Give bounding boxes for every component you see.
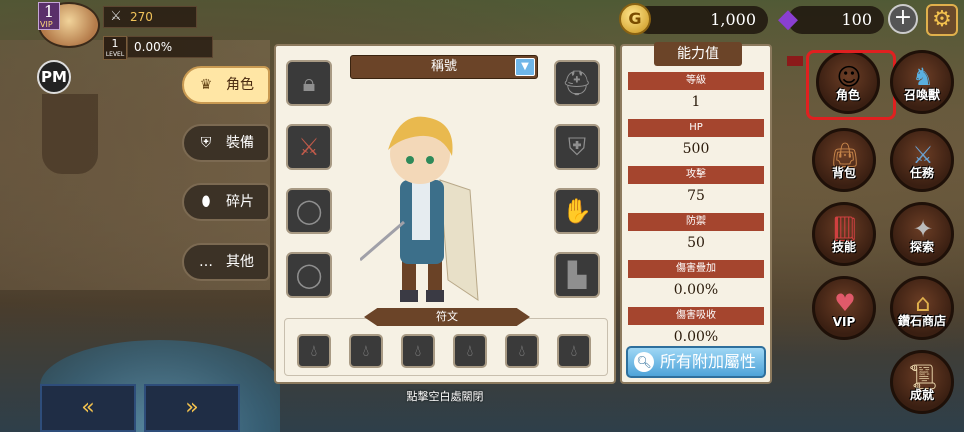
power-value: 270	[130, 10, 153, 24]
gold-coin-icon: G	[619, 3, 651, 35]
sub-level-value: 1	[111, 37, 119, 50]
menu-label: 召喚獸	[903, 88, 940, 102]
tab-equipment[interactable]: ⛨ 裝備	[182, 124, 270, 162]
selected-highlight-frame	[806, 50, 896, 120]
tab-label: 碎片	[226, 194, 254, 210]
sub-level-badge: 1 LEVEL	[103, 36, 127, 60]
menu-label: 鑽石商店	[897, 314, 946, 328]
tab-character[interactable]: ♛ 角色	[182, 66, 270, 104]
crossed-swords-icon: ⚔	[110, 9, 122, 24]
rune-slot-4-icon[interactable]: 💧︎	[453, 334, 487, 368]
purple-gem-icon: ◆	[778, 4, 798, 34]
menu-label: 技能	[831, 240, 856, 254]
armor-icon: ⛨	[200, 135, 212, 151]
stat-label-hp: HP	[628, 119, 764, 137]
title-slot-lock-icon[interactable]: 🔒︎	[286, 60, 332, 106]
close-hint: 點擊空白處關閉	[406, 390, 484, 403]
exp-bar: 0.00%	[127, 36, 213, 58]
tab-label: 裝備	[226, 135, 254, 151]
menu-explore-button[interactable]: ✦ 探索	[890, 202, 954, 266]
stat-label-damage-boost: 傷害疊加	[628, 260, 764, 278]
prev-page-button[interactable]: «	[40, 384, 136, 432]
power-bar: ⚔ 270	[103, 6, 197, 28]
add-gem-button[interactable]: +	[888, 4, 918, 34]
menu-skill-button[interactable]: 📕︎ 技能	[812, 202, 876, 266]
shard-icon: ⬮	[201, 194, 211, 210]
menu-quest-button[interactable]: ⚔ 任務	[890, 128, 954, 192]
rune-slot-3-icon[interactable]: 💧︎	[401, 334, 435, 368]
tab-label: 其他	[226, 254, 254, 270]
menu-label: VIP	[832, 315, 856, 329]
menu-bag-button[interactable]: 👜︎ 背包	[812, 128, 876, 192]
tab-shards[interactable]: ⬮ 碎片	[182, 183, 270, 221]
boots-slot-icon[interactable]: ▙	[554, 252, 600, 298]
stat-value-damage-boost: 0.00%	[673, 282, 719, 298]
stat-value-attack: 75	[687, 188, 705, 204]
rune-slot-1-icon[interactable]: 💧︎	[297, 334, 331, 368]
stat-value-level: 1	[691, 94, 701, 110]
menu-achievement-button[interactable]: 📜︎ 成就	[890, 350, 954, 414]
menu-vip-button[interactable]: ♥ VIP	[812, 276, 876, 340]
stat-value-hp: 500	[682, 141, 710, 157]
player-level: 1	[43, 2, 55, 21]
sub-level-caption: LEVEL	[105, 51, 125, 58]
menu-label: 背包	[831, 166, 856, 180]
all-attributes-label: 所有附加屬性	[660, 352, 757, 371]
ellipsis-icon: …	[199, 254, 213, 270]
red-flag-marker	[787, 56, 803, 66]
tab-other[interactable]: … 其他	[182, 243, 270, 281]
menu-label: 探索	[909, 240, 934, 254]
ring-slot-2-icon[interactable]: ◯	[286, 252, 332, 298]
rune-slot-2-icon[interactable]: 💧︎	[349, 334, 383, 368]
menu-label: 成就	[909, 388, 934, 402]
stat-label-level: 等級	[628, 72, 764, 90]
pm-banner	[42, 94, 98, 174]
rune-slot-5-icon[interactable]: 💧︎	[505, 334, 539, 368]
stat-label-attack: 攻擊	[628, 166, 764, 184]
gold-value: 1,000	[710, 10, 756, 29]
glove-slot-icon[interactable]: ✋	[554, 188, 600, 234]
menu-summon-button[interactable]: ♞ 召喚獸	[890, 50, 954, 114]
chevron-down-icon[interactable]: ▼	[515, 58, 535, 76]
stat-label-damage-absorb: 傷害吸收	[628, 307, 764, 325]
stat-value-defense: 50	[687, 235, 705, 251]
weapon-slot-sword-icon[interactable]: ⚔	[286, 124, 332, 170]
helmet-slot-icon[interactable]: ⛑	[554, 60, 600, 106]
search-icon: 🔍︎	[634, 352, 654, 372]
gold-display: 1,000	[634, 6, 768, 34]
armor-slot-icon[interactable]: ⛨	[554, 124, 600, 170]
ring-slot-1-icon[interactable]: ◯	[286, 188, 332, 234]
vip-tag: VIP	[40, 20, 53, 29]
title-dropdown-label: 稱號	[430, 59, 457, 74]
menu-diamond-shop-button[interactable]: ⌂ 鑽石商店	[890, 276, 954, 340]
character-portrait	[360, 116, 479, 302]
stat-label-defense: 防禦	[628, 213, 764, 231]
gem-value: 100	[841, 10, 872, 29]
stats-title: 能力值	[654, 42, 742, 66]
all-attributes-button[interactable]: 🔍︎ 所有附加屬性	[626, 346, 766, 378]
menu-label: 任務	[909, 166, 934, 180]
tab-label: 角色	[226, 77, 254, 93]
rune-label: 符文	[364, 308, 530, 326]
settings-gear-icon[interactable]: ⚙	[926, 4, 958, 36]
title-dropdown[interactable]: 稱號 ▼	[350, 55, 538, 79]
crown-icon: ♛	[199, 77, 213, 93]
next-page-button[interactable]: »	[144, 384, 240, 432]
pm-button[interactable]: PM	[37, 60, 71, 94]
rune-slot-6-icon[interactable]: 💧︎	[557, 334, 591, 368]
exp-value: 0.00%	[134, 40, 173, 54]
